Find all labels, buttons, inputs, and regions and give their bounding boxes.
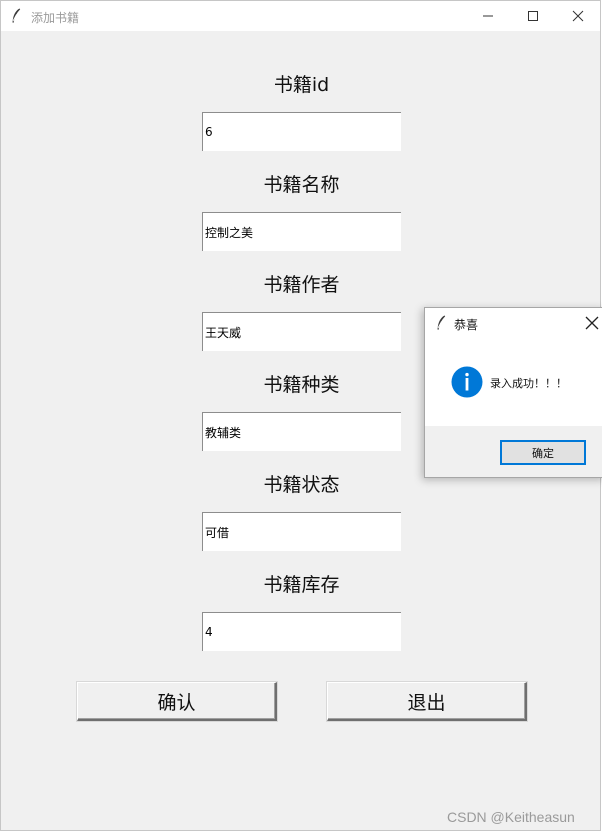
book-id-input[interactable] xyxy=(202,112,401,151)
book-stock-input[interactable] xyxy=(202,612,401,651)
book-category-input[interactable] xyxy=(202,412,401,451)
maximize-icon xyxy=(528,11,538,21)
close-icon xyxy=(585,316,599,330)
dialog-button-bar: 确定 xyxy=(425,426,602,477)
minimize-button[interactable] xyxy=(465,1,511,31)
dialog-close-button[interactable] xyxy=(577,308,602,338)
maximize-button[interactable] xyxy=(510,1,556,31)
close-button[interactable] xyxy=(555,1,601,31)
confirm-button[interactable]: 确认 xyxy=(77,682,277,721)
book-author-input[interactable] xyxy=(202,312,401,351)
dialog-title-bar[interactable]: 恭喜 xyxy=(425,308,602,338)
book-stock-label: 书籍库存 xyxy=(263,574,340,596)
success-message-dialog: 恭喜 录入成功！！！ 确定 xyxy=(424,307,602,478)
feather-icon xyxy=(436,315,446,331)
ok-button[interactable]: 确定 xyxy=(500,440,586,465)
dialog-message: 录入成功！！！ xyxy=(490,377,567,390)
watermark-text: CSDN @Keitheasun xyxy=(447,809,575,825)
close-icon xyxy=(572,10,584,22)
book-name-label: 书籍名称 xyxy=(263,174,340,196)
window-title: 添加书籍 xyxy=(31,11,80,25)
dialog-title: 恭喜 xyxy=(454,318,479,332)
title-bar[interactable]: 添加书籍 xyxy=(1,1,600,31)
feather-icon xyxy=(11,8,21,24)
exit-button[interactable]: 退出 xyxy=(327,682,527,721)
book-name-input[interactable] xyxy=(202,212,401,251)
book-status-input[interactable] xyxy=(202,512,401,551)
book-author-label: 书籍作者 xyxy=(263,274,340,296)
info-icon xyxy=(451,366,483,398)
book-id-label: 书籍id xyxy=(273,74,330,96)
minimize-icon xyxy=(483,15,493,17)
